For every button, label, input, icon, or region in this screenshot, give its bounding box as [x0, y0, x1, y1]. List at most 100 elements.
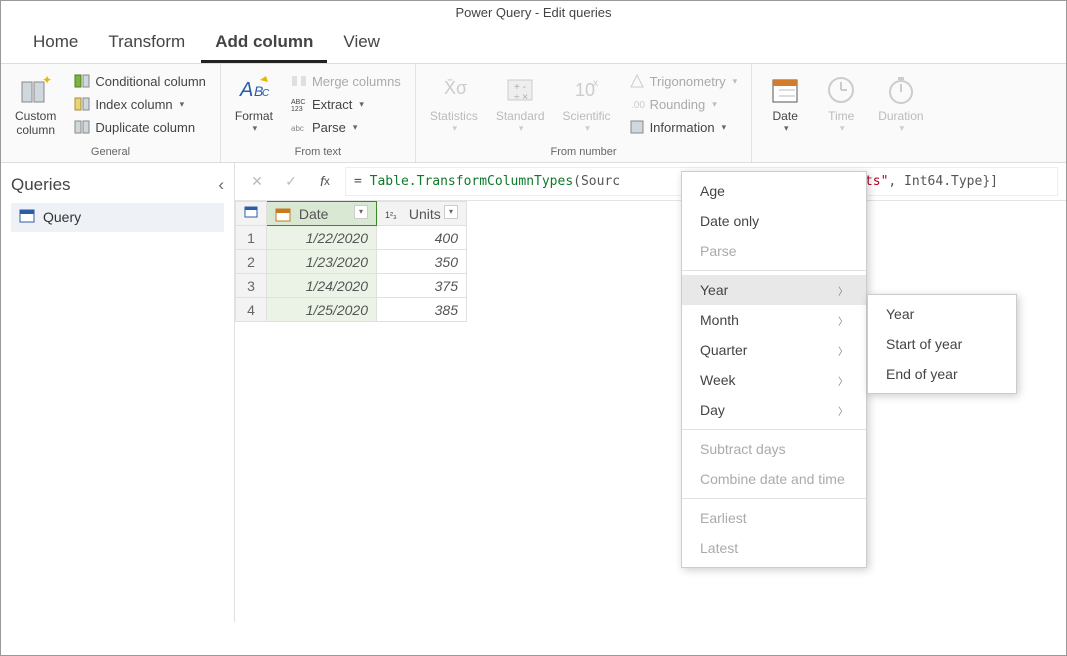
cell-units[interactable]: 385 [377, 298, 467, 322]
ribbon: ✦ Custom column Conditional column Index… [1, 64, 1066, 163]
menu-item-date-only[interactable]: Date only [682, 206, 866, 236]
cell-date[interactable]: 1/25/2020 [267, 298, 377, 322]
column-filter-dropdown[interactable]: ▾ [354, 205, 368, 219]
svg-text:C: C [262, 88, 270, 99]
information-icon [629, 119, 645, 135]
format-button[interactable]: ABC Format ▾ [229, 70, 279, 138]
menu-item-subtract-days: Subtract days [682, 434, 866, 464]
chevron-down-icon: ▾ [840, 123, 845, 134]
menu-item-quarter[interactable]: Quarter〉 [682, 335, 866, 365]
standard-button: + -÷ × Standard ▾ [490, 70, 551, 138]
duplicate-column-icon [74, 119, 90, 135]
row-index[interactable]: 3 [236, 274, 267, 298]
menu-item-combine-date-and-time: Combine date and time [682, 464, 866, 494]
extract-icon: ABC123 [291, 96, 307, 112]
ribbon-group-from-text: ABC Format ▾ Merge columns ABC123 Extrac… [221, 64, 416, 162]
fx-icon[interactable]: fx [311, 167, 339, 195]
cell-date[interactable]: 1/24/2020 [267, 274, 377, 298]
statistics-button: X̄σ Statistics ▾ [424, 70, 484, 138]
chevron-down-icon: ▾ [519, 123, 524, 134]
chevron-down-icon: ▾ [900, 123, 905, 134]
chevron-down-icon: ▾ [784, 123, 789, 134]
row-index[interactable]: 4 [236, 298, 267, 322]
ribbon-tabs: Home Transform Add column View [1, 24, 1066, 64]
cell-units[interactable]: 375 [377, 274, 467, 298]
ribbon-group-date-time: Date ▾ Time ▾ Duration ▾ [752, 64, 937, 162]
column-header-date[interactable]: Date ▾ [267, 201, 377, 225]
scientific-button: 10x Scientific ▾ [557, 70, 617, 138]
menu-item-month[interactable]: Month〉 [682, 305, 866, 335]
stopwatch-icon [885, 74, 917, 106]
tab-home[interactable]: Home [19, 24, 92, 63]
trig-icon [629, 73, 645, 89]
cancel-formula-icon[interactable]: ✕ [243, 167, 271, 195]
svg-text:ABC: ABC [291, 99, 305, 106]
menu-item-year[interactable]: Year〉 [682, 275, 866, 305]
index-column-icon [74, 96, 90, 112]
queries-pane: Queries ‹ Query [1, 163, 235, 622]
conditional-column-button[interactable]: Conditional column [68, 70, 212, 92]
chevron-down-icon: ▾ [253, 123, 258, 134]
chevron-down-icon: ▾ [585, 123, 590, 134]
window-title: Power Query - Edit queries [1, 1, 1066, 24]
menu-item-parse: Parse [682, 236, 866, 266]
data-table: Date ▾ 1²₃ Units ▾ 11/22/2020400 21/23/20… [235, 201, 1066, 622]
duplicate-column-button[interactable]: Duplicate column [68, 116, 212, 138]
chevron-down-icon: ▾ [722, 122, 727, 133]
custom-column-label: Custom column [15, 109, 56, 138]
menu-item-day[interactable]: Day〉 [682, 395, 866, 425]
menu-item-age[interactable]: Age [682, 176, 866, 206]
date-type-icon [275, 206, 291, 222]
clock-icon [825, 74, 857, 106]
table-icon [19, 208, 35, 227]
column-filter-dropdown[interactable]: ▾ [444, 205, 458, 219]
menu-item-week[interactable]: Week〉 [682, 365, 866, 395]
cell-units[interactable]: 350 [377, 250, 467, 274]
custom-column-button[interactable]: ✦ Custom column [9, 70, 62, 142]
svg-text:✦: ✦ [42, 74, 52, 87]
svg-text:A: A [239, 79, 253, 101]
format-icon: ABC [238, 74, 270, 106]
rounding-button: .00 Rounding▾ [623, 93, 744, 115]
cell-date[interactable]: 1/23/2020 [267, 250, 377, 274]
svg-text:abc: abc [291, 124, 304, 133]
index-column-button[interactable]: Index column▾ [68, 93, 212, 115]
extract-button[interactable]: ABC123 Extract▾ [285, 93, 407, 115]
formula-bar: ✕ ✓ fx = Table.TransformColumnTypes(Sour… [235, 163, 1066, 201]
scientific-icon: 10x [571, 74, 603, 106]
cell-date[interactable]: 1/22/2020 [267, 226, 377, 250]
cell-units[interactable]: 400 [377, 226, 467, 250]
column-header-units[interactable]: 1²₃ Units ▾ [377, 201, 467, 225]
ribbon-group-general: ✦ Custom column Conditional column Index… [1, 64, 221, 162]
svg-text:123: 123 [291, 106, 303, 112]
duration-button: Duration ▾ [872, 70, 929, 138]
submenu-item-year[interactable]: Year [868, 299, 1016, 329]
chevron-down-icon: ▾ [359, 99, 364, 110]
rounding-icon: .00 [629, 96, 645, 112]
svg-text:x: x [593, 78, 598, 89]
conditional-column-icon [74, 73, 90, 89]
parse-button[interactable]: abc Parse▾ [285, 116, 407, 138]
row-index[interactable]: 2 [236, 250, 267, 274]
corner-cell[interactable] [236, 201, 267, 225]
date-button[interactable]: Date ▾ [760, 70, 810, 138]
collapse-pane-icon[interactable]: ‹ [218, 175, 224, 195]
information-button[interactable]: Information▾ [623, 116, 744, 138]
tab-view[interactable]: View [329, 24, 394, 63]
tab-add-column[interactable]: Add column [201, 24, 327, 63]
trigonometry-button: Trigonometry▾ [623, 70, 744, 92]
submenu-item-end-of-year[interactable]: End of year [868, 359, 1016, 389]
merge-columns-button: Merge columns [285, 70, 407, 92]
svg-text:X̄σ: X̄σ [444, 78, 467, 98]
number-type-icon: 1²₃ [385, 206, 401, 222]
menu-item-earliest: Earliest [682, 503, 866, 533]
commit-formula-icon[interactable]: ✓ [277, 167, 305, 195]
year-submenu: YearStart of yearEnd of year [867, 294, 1017, 394]
parse-icon: abc [291, 119, 307, 135]
tab-transform[interactable]: Transform [94, 24, 199, 63]
query-item[interactable]: Query [11, 203, 224, 232]
chevron-down-icon: ▾ [180, 99, 185, 110]
row-index[interactable]: 1 [236, 226, 267, 250]
submenu-item-start-of-year[interactable]: Start of year [868, 329, 1016, 359]
standard-icon: + -÷ × [504, 74, 536, 106]
